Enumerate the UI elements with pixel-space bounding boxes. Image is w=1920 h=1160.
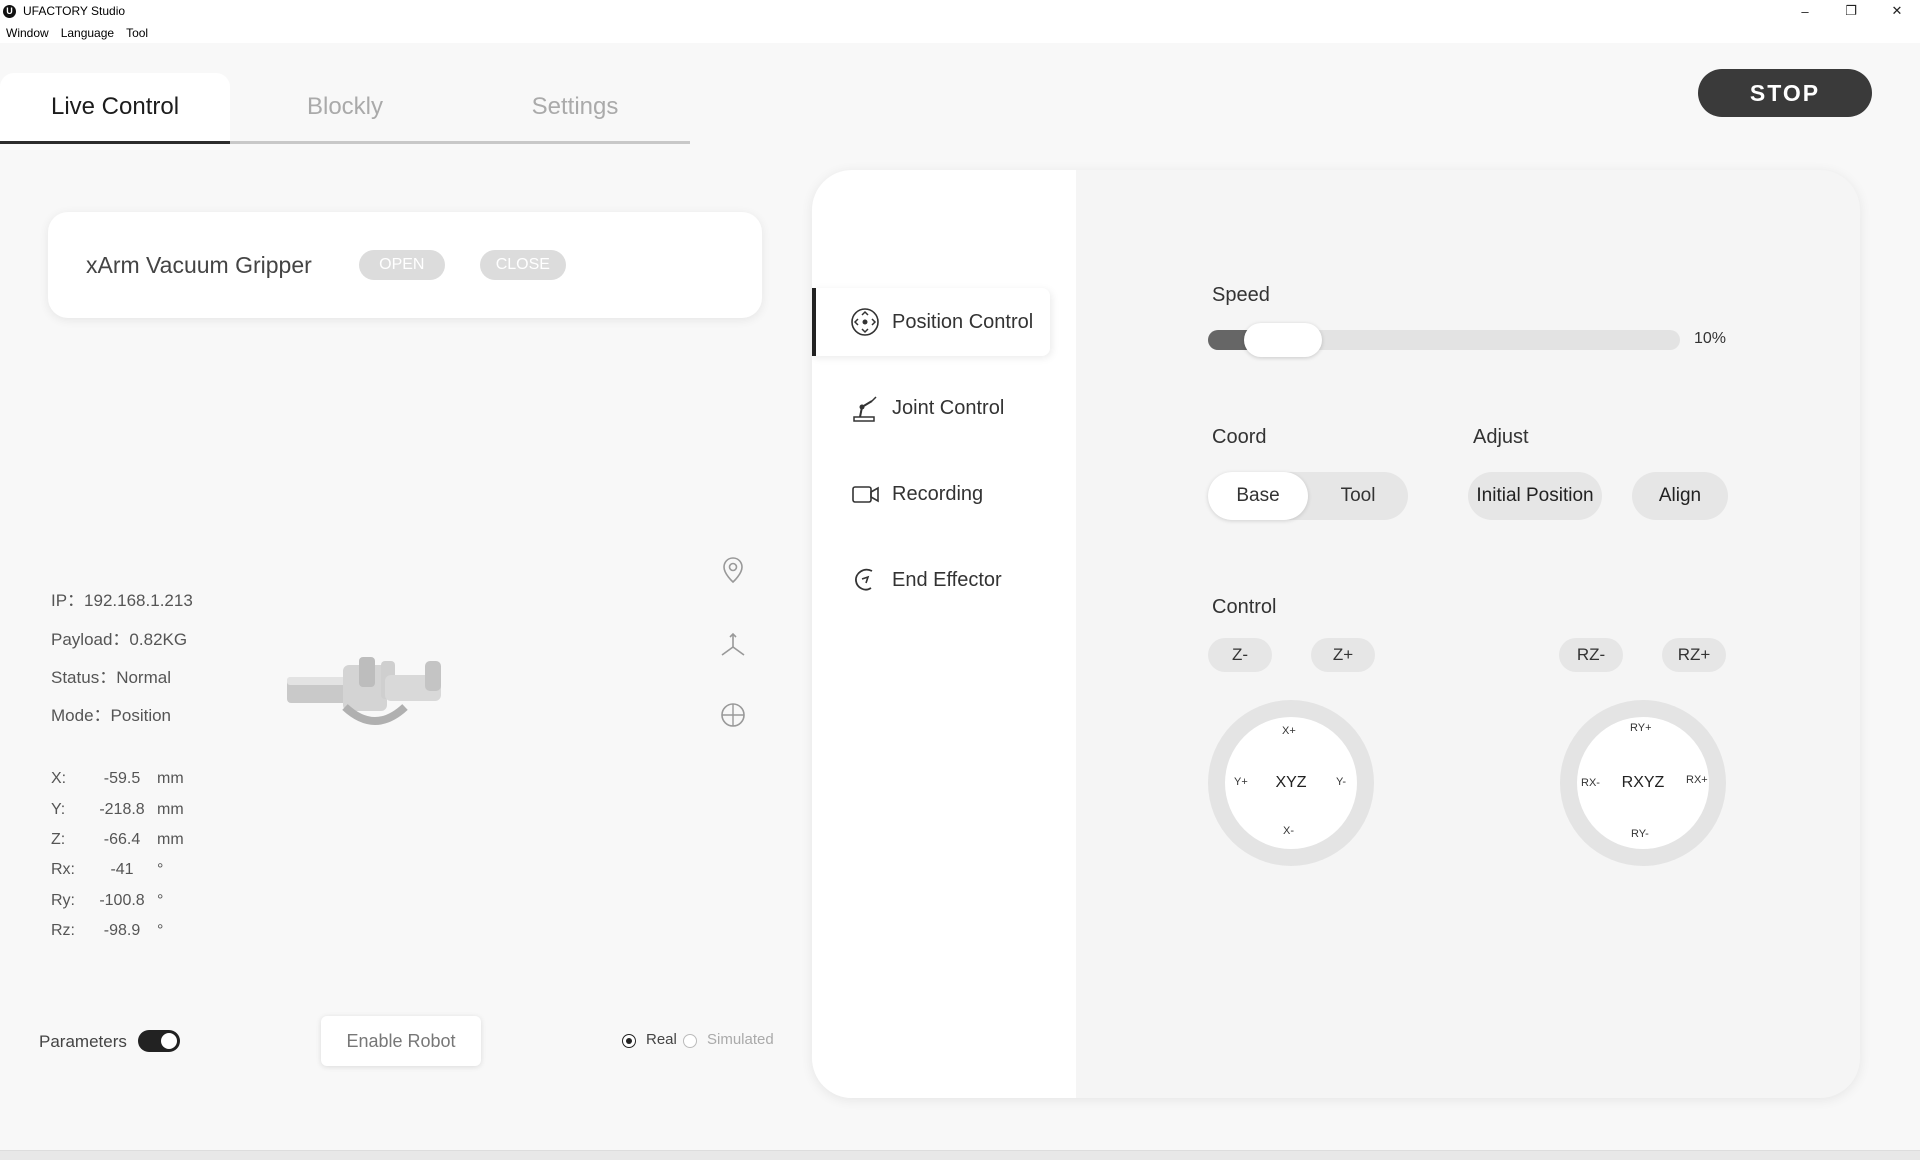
enable-robot-button[interactable]: Enable Robot: [321, 1016, 481, 1066]
mode-info: Mode：Position: [51, 706, 172, 725]
gripper-open-button[interactable]: OPEN: [358, 250, 445, 280]
robot-3d-view[interactable]: [285, 655, 445, 731]
minimize-button[interactable]: –: [1782, 0, 1828, 22]
nav-joint-control[interactable]: Joint Control: [812, 374, 1050, 442]
coord-unit: °: [157, 892, 164, 909]
control-nav: Position Control Joint Control Recording: [812, 170, 1076, 1098]
stop-button[interactable]: STOP: [1698, 69, 1872, 117]
video-camera-icon: [852, 486, 879, 503]
control-label: Control: [1212, 596, 1277, 618]
coord-ry: Ry: -100.8 °: [51, 892, 163, 910]
coord-x: X: -59.5 mm: [51, 770, 184, 788]
rz-plus-button[interactable]: RZ+: [1662, 638, 1726, 672]
tab-settings[interactable]: Settings: [460, 73, 690, 144]
rz-minus-button[interactable]: RZ-: [1559, 638, 1623, 672]
rx-minus-direction[interactable]: RX-: [1581, 777, 1600, 789]
gripper-name: xArm Vacuum Gripper: [86, 251, 312, 278]
coord-label: Coord: [1212, 426, 1267, 448]
coord-label: Rz:: [51, 922, 75, 939]
coord-value: -59.5: [103, 770, 141, 787]
tab-blockly[interactable]: Blockly: [230, 73, 460, 144]
coord-rz: Rz: -98.9 °: [51, 922, 163, 940]
window-controls: – ❐ ✕: [1782, 0, 1920, 22]
gripper-close-button[interactable]: CLOSE: [479, 250, 566, 280]
rxyz-joystick[interactable]: RXYZ RY+ RY- RX- RX+: [1560, 700, 1726, 866]
coord-value: -66.4: [103, 831, 141, 848]
coord-tool-option[interactable]: Tool: [1308, 472, 1408, 520]
main-tabs: Live Control Blockly Settings: [0, 73, 690, 144]
menu-language[interactable]: Language: [61, 26, 114, 40]
nav-recording[interactable]: Recording: [812, 460, 1050, 528]
real-label: Real: [646, 1031, 677, 1048]
crosshair-icon[interactable]: [718, 700, 748, 730]
axes-icon[interactable]: [718, 630, 748, 660]
nav-end-effector[interactable]: End Effector: [812, 546, 1050, 614]
real-radio[interactable]: [622, 1034, 636, 1048]
menu-tool[interactable]: Tool: [126, 26, 148, 40]
title-bar: U UFACTORY Studio – ❐ ✕: [0, 0, 1920, 22]
speed-value: 10%: [1694, 330, 1727, 347]
status-info: Status：Normal: [51, 668, 171, 687]
coord-unit: mm: [157, 801, 184, 818]
gripper-card: xArm Vacuum Gripper OPEN CLOSE: [48, 212, 762, 318]
coord-value: -100.8: [99, 892, 145, 909]
coord-label: Ry:: [51, 892, 75, 909]
ip-info: IP：192.168.1.213: [51, 591, 193, 610]
control-panel: Position Control Joint Control Recording: [812, 170, 1860, 1098]
ufactory-logo-icon: U: [3, 4, 16, 18]
window-title: UFACTORY Studio: [23, 4, 126, 18]
coord-unit: mm: [157, 770, 184, 787]
coord-y: Y: -218.8 mm: [51, 801, 184, 819]
y-plus-direction[interactable]: Y+: [1234, 776, 1248, 788]
coord-unit: °: [157, 922, 164, 939]
x-plus-direction[interactable]: X+: [1282, 725, 1296, 737]
joint-control-icon: [853, 396, 877, 422]
coord-unit: mm: [157, 831, 184, 848]
coord-label: X:: [51, 770, 67, 787]
coord-z: Z: -66.4 mm: [51, 831, 184, 849]
simulated-label: Simulated: [707, 1031, 774, 1048]
position-control-icon: [851, 308, 879, 336]
coord-segmented-control: Base Tool: [1208, 472, 1408, 520]
align-button[interactable]: Align: [1632, 472, 1728, 520]
coord-value: -98.9: [103, 922, 141, 939]
coord-value: -218.8: [99, 801, 145, 818]
coord-unit: °: [157, 861, 164, 878]
initial-position-button[interactable]: Initial Position: [1468, 472, 1602, 520]
speed-slider-thumb[interactable]: [1244, 323, 1322, 357]
menu-bar: Window Language Tool: [0, 22, 1920, 43]
nav-position-control[interactable]: Position Control: [812, 288, 1050, 356]
adjust-label: Adjust: [1473, 426, 1529, 448]
rx-plus-direction[interactable]: RX+: [1686, 774, 1708, 786]
ry-plus-direction[interactable]: RY+: [1630, 722, 1652, 734]
coord-label: Y:: [51, 801, 66, 818]
coord-base-option[interactable]: Base: [1208, 472, 1308, 520]
parameters-label: Parameters: [39, 1032, 127, 1051]
y-minus-direction[interactable]: Y-: [1336, 776, 1346, 788]
coord-rx: Rx: -41 °: [51, 861, 163, 879]
parameters-toggle[interactable]: [138, 1030, 180, 1052]
payload-info: Payload：0.82KG: [51, 630, 188, 649]
menu-window[interactable]: Window: [6, 26, 49, 40]
nav-label: End Effector: [892, 568, 1002, 591]
x-minus-direction[interactable]: X-: [1283, 825, 1294, 837]
xyz-joystick[interactable]: XYZ X+ X- Y+ Y-: [1208, 700, 1374, 866]
coord-label: Rx:: [51, 861, 75, 878]
simulated-radio[interactable]: [683, 1034, 697, 1048]
coord-label: Z:: [51, 831, 66, 848]
z-minus-button[interactable]: Z-: [1208, 638, 1272, 672]
tab-live-control[interactable]: Live Control: [0, 73, 230, 144]
nav-label: Position Control: [892, 310, 1034, 333]
nav-label: Recording: [892, 482, 984, 505]
nav-label: Joint Control: [892, 396, 1005, 419]
end-effector-icon: [855, 568, 873, 591]
location-pin-icon[interactable]: [718, 555, 748, 585]
coord-value: -41: [110, 861, 134, 878]
ry-minus-direction[interactable]: RY-: [1631, 828, 1649, 840]
close-window-button[interactable]: ✕: [1874, 0, 1920, 22]
restore-button[interactable]: ❐: [1828, 0, 1874, 22]
z-plus-button[interactable]: Z+: [1311, 638, 1375, 672]
speed-label: Speed: [1212, 284, 1270, 306]
bottom-scrollbar[interactable]: [0, 1150, 1920, 1160]
